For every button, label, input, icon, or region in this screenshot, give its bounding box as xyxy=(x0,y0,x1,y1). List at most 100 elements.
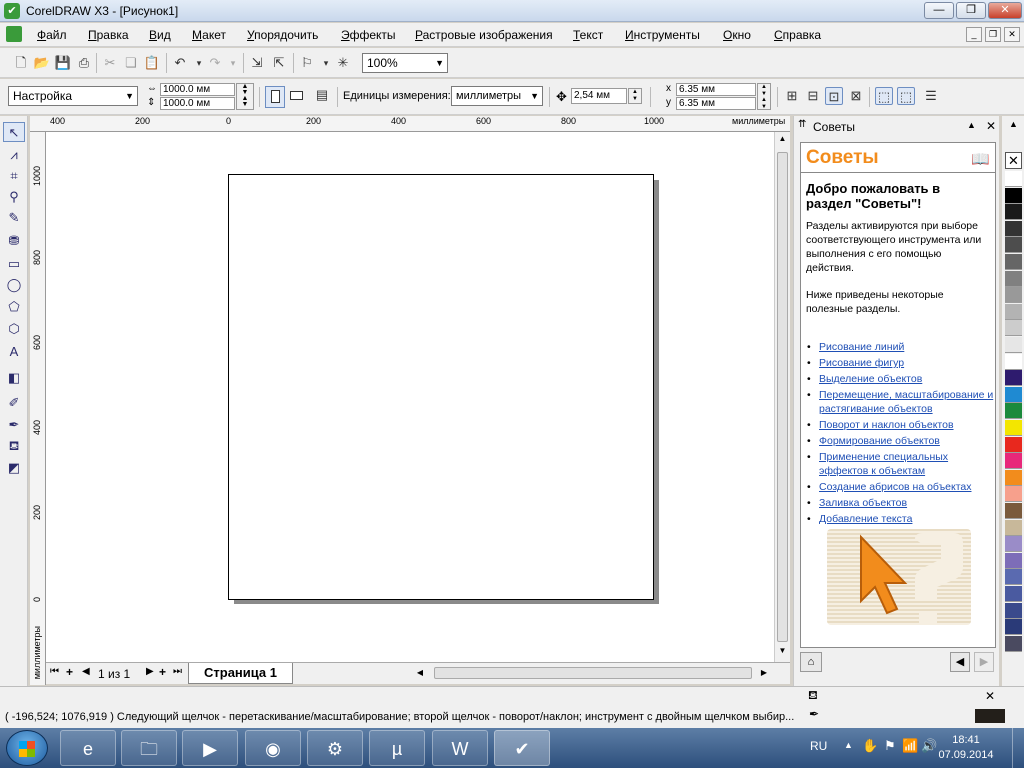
scroll-down-icon[interactable]: ▼ xyxy=(777,646,788,658)
menu-window[interactable]: Окно xyxy=(723,28,751,42)
basic-shapes-tool-icon[interactable]: ⬡ xyxy=(3,319,25,339)
scroll-left-icon[interactable]: ◀ xyxy=(412,665,428,681)
horizontal-scroll-thumb[interactable] xyxy=(434,667,752,679)
size-spinner[interactable]: ▲ ▼ ▲ ▼ xyxy=(236,83,254,110)
duplicate-y-field[interactable]: 6.35 мм xyxy=(676,97,756,110)
color-swatch[interactable] xyxy=(1005,287,1022,304)
snap-to-objects-icon[interactable]: ⊡ xyxy=(825,87,843,105)
color-swatch[interactable] xyxy=(1005,254,1022,270)
color-swatch[interactable] xyxy=(1005,337,1022,353)
tray-expand-icon[interactable]: ▲ xyxy=(844,740,853,750)
page-width-field[interactable]: 1000.0 мм xyxy=(160,83,235,96)
all-pages-icon[interactable]: ▤ xyxy=(313,86,331,104)
text-tool-icon[interactable]: A xyxy=(3,342,25,362)
coreldraw-app-icon[interactable]: ✔ xyxy=(4,3,20,19)
color-swatch[interactable] xyxy=(1005,503,1022,519)
color-swatch[interactable] xyxy=(1005,353,1022,370)
corel-online-icon[interactable]: ✳ xyxy=(334,54,352,72)
menu-arrange[interactable]: Упорядочить xyxy=(247,28,318,42)
export-icon[interactable]: ⇱ xyxy=(270,54,288,72)
explorer-taskbar-icon[interactable]: 🗀 xyxy=(121,730,177,766)
color-swatch[interactable] xyxy=(1005,237,1022,254)
hint-link-effects[interactable]: Применение специальных эффектов к объект… xyxy=(819,451,948,477)
vertical-ruler[interactable]: 1000 800 600 400 200 0 миллиметры xyxy=(30,132,46,685)
close-button[interactable]: ✕ xyxy=(988,2,1022,19)
color-swatch[interactable] xyxy=(1005,386,1022,403)
interactive-blend-tool-icon[interactable]: ◧ xyxy=(3,368,25,388)
last-page-icon[interactable]: ⏭ xyxy=(173,666,182,677)
color-swatch[interactable] xyxy=(1005,171,1022,187)
clock[interactable]: 18:41 07.09.2014 xyxy=(938,733,994,763)
page-height-field[interactable]: 1000.0 мм xyxy=(160,97,235,110)
zoom-levels-dropdown[interactable]: 100% ▼ xyxy=(362,53,448,73)
portrait-button[interactable] xyxy=(265,86,285,108)
doc-minimize-button[interactable]: _ xyxy=(966,27,982,42)
new-document-icon[interactable]: 🗋 xyxy=(12,54,30,72)
fill-indicator-icon[interactable]: ⛾ xyxy=(808,688,818,704)
color-swatch[interactable] xyxy=(1005,370,1022,387)
rectangle-tool-icon[interactable]: ▭ xyxy=(3,254,25,274)
color-swatch[interactable] xyxy=(1005,602,1022,619)
outline-tool-icon[interactable]: ✒ xyxy=(3,415,25,435)
color-swatch[interactable] xyxy=(1005,320,1022,337)
color-swatch[interactable] xyxy=(1005,552,1022,569)
tray-app-icon[interactable]: ✋ xyxy=(862,738,878,754)
color-swatch[interactable] xyxy=(1005,270,1022,287)
book-icon[interactable]: 📖 xyxy=(971,150,990,168)
docker-pin-icon[interactable]: ⇈ xyxy=(798,119,806,130)
start-button[interactable] xyxy=(6,730,48,766)
eyedropper-tool-icon[interactable]: ✐ xyxy=(3,393,25,413)
doc-restore-button[interactable]: ❐ xyxy=(985,27,1001,42)
color-swatch[interactable] xyxy=(1005,635,1022,652)
hint-link-text[interactable]: Добавление текста xyxy=(819,513,912,525)
menu-text[interactable]: Текст xyxy=(573,28,603,42)
document-icon[interactable] xyxy=(6,26,22,42)
print-icon[interactable]: ⎙ xyxy=(75,54,93,72)
paper-preset-dropdown[interactable]: Настройка ▼ xyxy=(8,86,138,106)
hint-link-moving[interactable]: Перемещение, масштабирование и растягива… xyxy=(819,389,993,415)
fill-color-none-icon[interactable]: ✕ xyxy=(975,690,1005,703)
color-swatch[interactable] xyxy=(1005,519,1022,536)
hint-link-shaping[interactable]: Формирование объектов xyxy=(819,435,940,447)
scroll-right-icon[interactable]: ▶ xyxy=(756,665,772,681)
duplicate-x-field[interactable]: 6.35 мм xyxy=(676,83,756,96)
steam-taskbar-icon[interactable]: ⚙ xyxy=(307,730,363,766)
no-color-swatch[interactable]: ✕ xyxy=(1005,152,1022,169)
duplicate-spinner[interactable]: ▲ ▼ ▲ ▼ xyxy=(757,83,771,110)
hint-link-outlines[interactable]: Создание абрисов на объектах xyxy=(819,481,972,493)
ie-taskbar-icon[interactable]: e xyxy=(60,730,116,766)
language-indicator[interactable]: RU xyxy=(810,739,827,753)
menu-edit[interactable]: Правка xyxy=(88,28,129,42)
paste-icon[interactable]: 📋 xyxy=(143,54,161,72)
hint-link-shapes[interactable]: Рисование фигур xyxy=(819,357,904,369)
cut-icon[interactable]: ✂ xyxy=(101,54,119,72)
page-tab[interactable]: Страница 1 xyxy=(188,663,293,684)
outline-color-swatch[interactable] xyxy=(975,709,1005,723)
color-swatch[interactable] xyxy=(1005,536,1022,553)
color-swatch[interactable] xyxy=(1005,619,1022,636)
nudge-spinner[interactable]: ▲ ▼ xyxy=(628,88,642,104)
prev-page-icon[interactable]: ◀ xyxy=(82,666,90,677)
next-page-icon[interactable]: ▶ xyxy=(146,666,154,677)
utorrent-taskbar-icon[interactable]: µ xyxy=(369,730,425,766)
minimize-button[interactable]: — xyxy=(924,2,954,19)
menu-help[interactable]: Справка xyxy=(774,28,821,42)
show-desktop-button[interactable] xyxy=(1012,728,1024,768)
maximize-button[interactable]: ❐ xyxy=(956,2,986,19)
drawing-page[interactable] xyxy=(228,174,654,600)
palette-scroll-up-icon[interactable]: ▲ xyxy=(1005,119,1022,133)
color-swatch[interactable] xyxy=(1005,586,1022,602)
scroll-up-icon[interactable]: ▲ xyxy=(777,134,788,146)
launcher-dropdown-icon[interactable]: ▾ xyxy=(317,54,335,72)
polygon-tool-icon[interactable]: ⬠ xyxy=(3,297,25,317)
options-icon[interactable]: ☰ xyxy=(922,87,940,105)
docker-close-icon[interactable]: ✕ xyxy=(986,119,996,133)
color-swatch[interactable] xyxy=(1005,303,1022,320)
doc-close-button[interactable]: ✕ xyxy=(1004,27,1020,42)
zoom-tool-icon[interactable]: ⚲ xyxy=(3,187,25,207)
menu-view[interactable]: Вид xyxy=(149,28,171,42)
coreldraw-taskbar-icon[interactable]: ✔ xyxy=(494,730,550,766)
ellipse-tool-icon[interactable]: ◯ xyxy=(3,275,25,295)
docker-collapse-icon[interactable]: ▲ xyxy=(967,120,976,130)
add-page-after-icon[interactable]: + xyxy=(159,665,166,679)
